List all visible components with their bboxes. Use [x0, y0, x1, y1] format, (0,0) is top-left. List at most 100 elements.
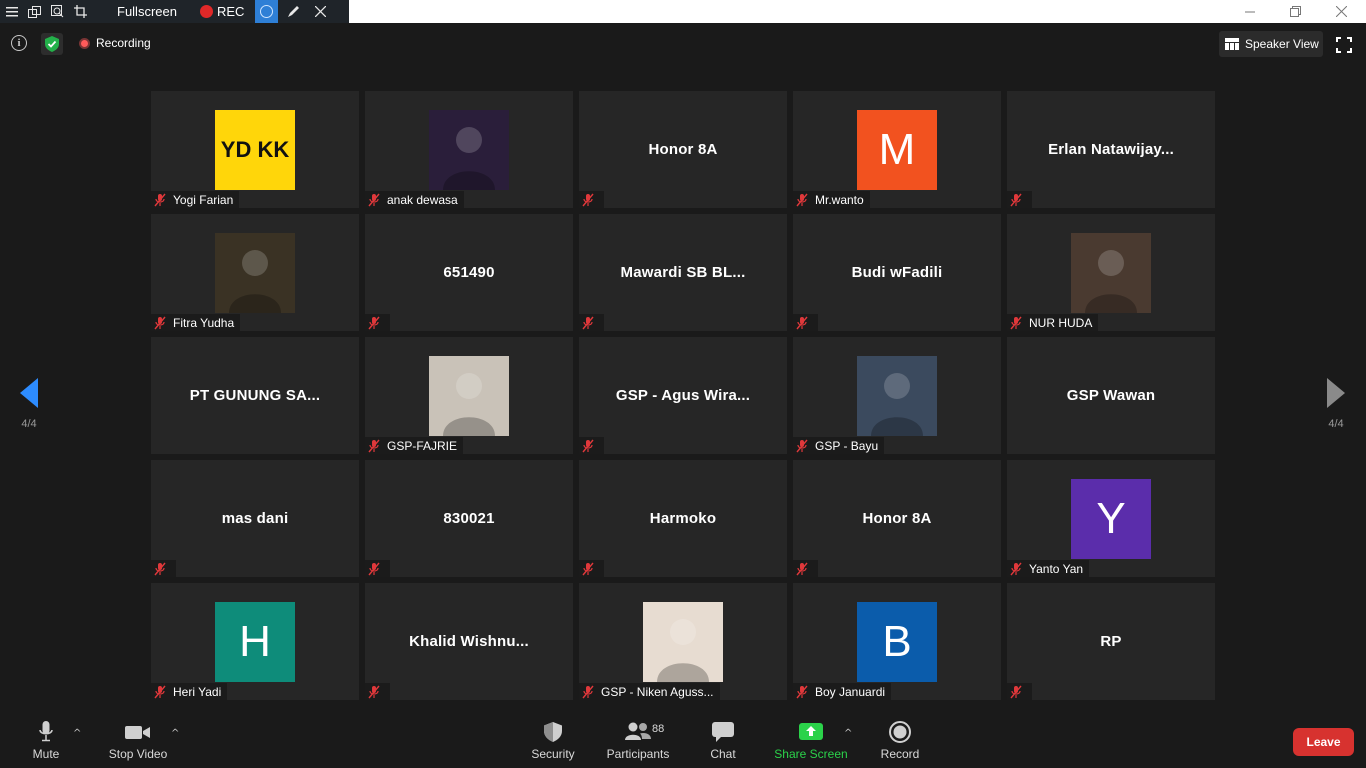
participant-display-name: 830021 — [443, 510, 495, 527]
participant-display-name: GSP Wawan — [1066, 387, 1156, 404]
participant-name-label — [579, 314, 604, 331]
participant-name-label: Heri Yadi — [151, 683, 228, 700]
participant-name-label: Yogi Farian — [151, 191, 240, 208]
stop-video-button[interactable]: Stop Video — [106, 708, 170, 761]
participant-avatar: H — [215, 601, 295, 682]
video-options-caret-icon[interactable]: ^ — [171, 728, 179, 739]
participant-tile[interactable]: Fitra Yudha — [151, 214, 359, 331]
window-close-icon[interactable] — [1318, 0, 1364, 23]
security-button[interactable]: Security — [528, 708, 578, 761]
zoom-meeting-window: Fullscreen REC i Recording Speaker View … — [0, 0, 1366, 768]
tile-content: Harmoko — [579, 460, 787, 577]
leave-button[interactable]: Leave — [1293, 728, 1354, 756]
mic-muted-icon — [581, 685, 601, 699]
fullscreen-icon[interactable] — [1336, 37, 1352, 53]
title-bar: Fullscreen REC — [0, 0, 1366, 23]
participant-tile[interactable]: GSP - Niken Aguss... — [579, 583, 787, 700]
mute-button[interactable]: Mute — [27, 708, 65, 761]
tile-content: Budi wFadili — [793, 214, 1001, 331]
arrow-right-icon — [1327, 378, 1345, 408]
mic-muted-icon — [153, 316, 173, 330]
participant-tile[interactable]: YD KK Yogi Farian — [151, 91, 359, 208]
participant-tile[interactable]: 651490 — [365, 214, 573, 331]
mic-muted-icon — [581, 439, 601, 453]
tile-content: Honor 8A — [579, 91, 787, 208]
participant-name-label: NUR HUDA — [1007, 314, 1099, 331]
participant-tile[interactable]: Budi wFadili — [793, 214, 1001, 331]
participant-name-label — [579, 560, 604, 577]
participant-photo — [1071, 232, 1151, 313]
chat-button[interactable]: Chat — [705, 708, 741, 761]
fullscreen-label[interactable]: Fullscreen — [117, 4, 197, 19]
participant-name-label: Fitra Yudha — [151, 314, 241, 331]
participant-photo — [643, 601, 723, 682]
participant-name-label — [151, 560, 176, 577]
info-icon[interactable]: i — [11, 35, 27, 51]
participant-tile[interactable]: RP — [1007, 583, 1215, 700]
participant-tile[interactable]: Honor 8A — [793, 460, 1001, 577]
participant-name-label: anak dewasa — [365, 191, 464, 208]
recording-indicator[interactable]: Recording — [79, 36, 151, 50]
rec-button[interactable]: REC — [200, 4, 255, 19]
audio-options-caret-icon[interactable]: ^ — [73, 728, 81, 739]
mic-muted-icon — [581, 562, 601, 576]
encryption-shield-icon[interactable] — [41, 33, 63, 55]
tile-content: PT GUNUNG SA... — [151, 337, 359, 454]
close-icon[interactable] — [309, 0, 332, 23]
participant-tile[interactable]: GSP - Agus Wira... — [579, 337, 787, 454]
record-label: Record — [880, 747, 920, 761]
participant-avatar: YD KK — [215, 109, 295, 190]
speaker-view-button[interactable]: Speaker View — [1219, 31, 1323, 57]
crop-icon[interactable] — [69, 0, 92, 23]
participant-name: GSP - Bayu — [815, 438, 879, 453]
previous-page-button[interactable]: 4/4 — [11, 378, 47, 436]
participant-tile[interactable]: PT GUNUNG SA... — [151, 337, 359, 454]
participant-name: Yogi Farian — [173, 192, 234, 207]
restore-icon[interactable] — [1272, 0, 1318, 23]
zoom-search-icon[interactable] — [46, 0, 69, 23]
capture-icon[interactable] — [255, 0, 278, 23]
participants-icon — [625, 722, 651, 740]
arrow-left-icon — [20, 378, 38, 408]
participants-count: 88 — [652, 723, 665, 735]
tile-content: GSP - Agus Wira... — [579, 337, 787, 454]
record-button[interactable]: Record — [880, 708, 920, 761]
participant-name: Yanto Yan — [1029, 561, 1084, 576]
share-screen-button[interactable]: Share Screen — [774, 708, 848, 761]
participant-tile[interactable]: GSP Wawan — [1007, 337, 1215, 454]
participant-tile[interactable]: NUR HUDA — [1007, 214, 1215, 331]
participant-tile[interactable]: B Boy Januardi — [793, 583, 1001, 700]
chat-bubble-icon — [712, 722, 734, 742]
record-icon — [889, 721, 911, 743]
participant-name-label: Mr.wanto — [793, 191, 870, 208]
participant-tile[interactable]: GSP - Bayu — [793, 337, 1001, 454]
participant-name-label — [1007, 191, 1032, 208]
share-screen-label: Share Screen — [774, 747, 848, 761]
pen-icon[interactable] — [282, 0, 305, 23]
next-page-button[interactable]: 4/4 — [1318, 378, 1354, 436]
share-options-caret-icon[interactable]: ^ — [844, 728, 852, 739]
participant-tile[interactable]: M Mr.wanto — [793, 91, 1001, 208]
participant-tile[interactable]: 830021 — [365, 460, 573, 577]
mic-muted-icon — [1009, 316, 1029, 330]
mic-muted-icon — [367, 685, 387, 699]
tile-content: GSP Wawan — [1007, 337, 1215, 454]
menu-icon[interactable] — [0, 0, 23, 23]
participant-tile[interactable]: anak dewasa — [365, 91, 573, 208]
recording-dot-icon — [79, 37, 90, 49]
participant-display-name: Khalid Wishnu... — [409, 633, 529, 650]
minimize-icon[interactable] — [1227, 0, 1273, 23]
participant-tile[interactable]: H Heri Yadi — [151, 583, 359, 700]
participant-tile[interactable]: Khalid Wishnu... — [365, 583, 573, 700]
participant-name-label — [793, 560, 818, 577]
participant-avatar: B — [857, 601, 937, 682]
participant-tile[interactable]: mas dani — [151, 460, 359, 577]
participant-tile[interactable]: Y Yanto Yan — [1007, 460, 1215, 577]
participant-tile[interactable]: GSP-FAJRIE — [365, 337, 573, 454]
mic-muted-icon — [367, 562, 387, 576]
participant-tile[interactable]: Honor 8A — [579, 91, 787, 208]
participant-tile[interactable]: Harmoko — [579, 460, 787, 577]
window-icon[interactable] — [23, 0, 46, 23]
participant-tile[interactable]: Erlan Natawijay... — [1007, 91, 1215, 208]
participant-tile[interactable]: Mawardi SB BL... — [579, 214, 787, 331]
